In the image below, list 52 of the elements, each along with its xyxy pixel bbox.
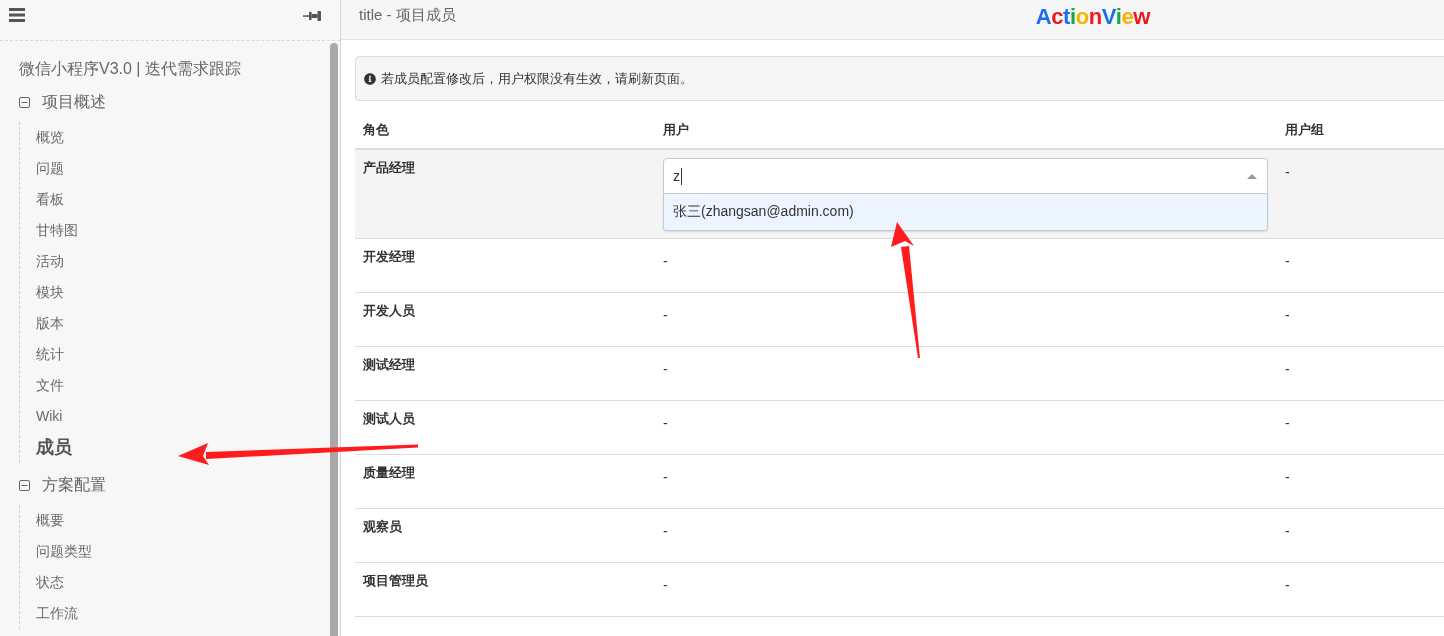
table-cell: -: [655, 400, 1277, 455]
table-cell: -: [1277, 400, 1444, 455]
info-icon: [364, 72, 376, 85]
table-cell: 质量经理: [355, 454, 655, 509]
nav-link[interactable]: 成员: [36, 432, 72, 463]
table-cell: -: [655, 346, 1277, 401]
table-cell: 产品经理: [355, 149, 655, 239]
collapse-icon: [19, 96, 30, 108]
nav-link[interactable]: 甘特图: [36, 215, 78, 246]
table-cell: -: [1277, 562, 1444, 617]
table-cell: -: [655, 562, 1277, 617]
nav-link[interactable]: 问题类型: [36, 536, 92, 567]
pin-icon: [303, 11, 321, 21]
table-cell: 测试经理: [355, 346, 655, 401]
nav-link[interactable]: 模块: [36, 277, 64, 308]
nav-link[interactable]: 文件: [36, 370, 64, 401]
nav-link[interactable]: 概览: [36, 122, 64, 153]
table-cell: -: [1277, 346, 1444, 401]
table-cell: -: [1277, 292, 1444, 347]
nav-group-toggle[interactable]: 项目概述: [19, 88, 106, 116]
nav-link[interactable]: 问题: [36, 153, 64, 184]
nav-link[interactable]: 版本: [36, 308, 64, 339]
nav-link[interactable]: 统计: [36, 339, 64, 370]
table-cell: -: [655, 454, 1277, 509]
table-cell: -: [1277, 454, 1444, 509]
project-title: 微信小程序V3.0 | 迭代需求跟踪: [19, 59, 242, 79]
menu-button[interactable]: [9, 8, 25, 22]
caret-up-icon: [1247, 173, 1257, 179]
dropdown-option[interactable]: 张三(zhangsan@admin.com): [664, 194, 1267, 230]
menu-icon: [9, 8, 25, 22]
table-cell: 开发人员: [355, 292, 655, 347]
nav-group-toggle[interactable]: 方案配置: [19, 471, 106, 499]
table-cell: 项目管理员: [355, 562, 655, 617]
table-cell: 开发经理: [355, 238, 655, 293]
logo: ActionView: [1035, 4, 1150, 29]
page-title: title - 项目成员: [359, 5, 456, 25]
user-select-field[interactable]: z: [663, 158, 1268, 194]
table-cell: -: [1277, 149, 1444, 239]
nav-link[interactable]: 看板: [36, 184, 64, 215]
notice-text: 若成员配置修改后，用户权限没有生效，请刷新页面。: [381, 69, 693, 88]
nav-link[interactable]: 工作流: [36, 598, 78, 629]
table-cell: -: [1277, 508, 1444, 563]
nav-link[interactable]: 状态: [36, 567, 64, 598]
table-cell: -: [1277, 238, 1444, 293]
nav-link[interactable]: 概要: [36, 505, 64, 536]
collapse-icon: [19, 479, 30, 491]
table-cell: -: [655, 508, 1277, 563]
pin-button[interactable]: [303, 11, 321, 21]
nav-link[interactable]: 活动: [36, 246, 64, 277]
nav-link[interactable]: Wiki: [36, 401, 63, 432]
scrollbar-thumb[interactable]: [330, 43, 338, 636]
table-cell: 观察员: [355, 508, 655, 563]
